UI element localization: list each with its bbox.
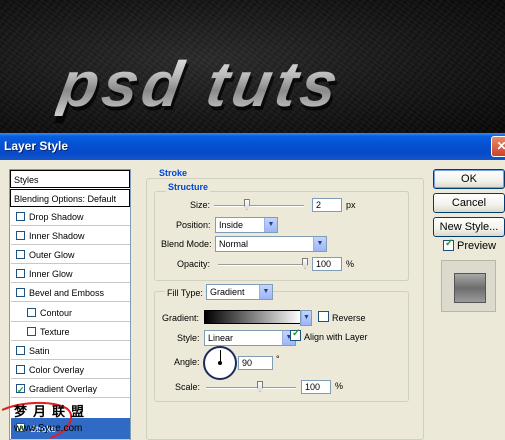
angle-label: Angle: bbox=[174, 357, 200, 367]
position-label: Position: bbox=[176, 220, 211, 230]
blending-options-label: Blending Options: Default bbox=[14, 194, 117, 204]
style-checkbox[interactable] bbox=[16, 212, 25, 221]
style-item-satin[interactable]: Satin bbox=[11, 342, 130, 360]
dialog-titlebar[interactable]: Layer Style ✕ bbox=[0, 133, 505, 160]
preview-swatch bbox=[454, 273, 486, 303]
ok-button[interactable]: OK bbox=[433, 169, 505, 189]
size-slider-track[interactable] bbox=[214, 205, 304, 207]
style-checkbox[interactable] bbox=[16, 231, 25, 240]
blending-options-item[interactable]: Blending Options: Default bbox=[10, 189, 130, 207]
style-item-inner-shadow[interactable]: Inner Shadow bbox=[11, 227, 130, 245]
new-style-button[interactable]: New Style... bbox=[433, 217, 505, 237]
blend-mode-select[interactable]: Normal ▼ bbox=[215, 236, 327, 252]
size-unit: px bbox=[346, 200, 356, 210]
align-with-layer-checkbox[interactable] bbox=[290, 328, 301, 341]
scale-label: Scale: bbox=[175, 382, 201, 392]
style-item-outer-glow[interactable]: Outer Glow bbox=[11, 246, 130, 264]
style-checkbox[interactable] bbox=[27, 308, 36, 317]
style-checkbox[interactable] bbox=[16, 365, 25, 374]
chevron-down-icon: ▼ bbox=[313, 237, 326, 251]
gradient-dropdown[interactable]: ▼ bbox=[300, 310, 312, 326]
stroke-legend: Stroke bbox=[157, 168, 190, 178]
style-item-bevel-and-emboss[interactable]: Bevel and Emboss bbox=[11, 284, 130, 302]
style-item-label: Drop Shadow bbox=[29, 212, 84, 222]
style-checkbox[interactable] bbox=[16, 250, 25, 259]
gradient-style-select[interactable]: Linear ▼ bbox=[204, 330, 296, 346]
style-checkbox[interactable] bbox=[27, 327, 36, 336]
opacity-input[interactable]: 100 bbox=[312, 257, 342, 271]
cancel-button[interactable]: Cancel bbox=[433, 193, 505, 213]
style-checkbox[interactable] bbox=[16, 346, 25, 355]
style-item-contour[interactable]: Contour bbox=[11, 304, 130, 322]
canvas-background: psd tuts psd tuts bbox=[0, 0, 505, 133]
scale-input[interactable]: 100 bbox=[301, 380, 331, 394]
screenshot-root: psd tuts psd tuts Layer Style ✕ Styles B… bbox=[0, 0, 505, 440]
opacity-unit: % bbox=[346, 259, 355, 269]
chevron-down-icon: ▼ bbox=[259, 285, 272, 299]
structure-legend: Structure bbox=[166, 182, 211, 192]
position-value: Inside bbox=[219, 220, 244, 230]
style-item-gradient-overlay[interactable]: Gradient Overlay bbox=[11, 380, 130, 399]
style-checkbox[interactable] bbox=[16, 381, 25, 399]
style-item-color-overlay[interactable]: Color Overlay bbox=[11, 361, 130, 379]
close-icon: ✕ bbox=[496, 139, 505, 153]
style-item-label: Contour bbox=[40, 308, 73, 318]
style-item-label: Inner Shadow bbox=[29, 231, 85, 241]
style-item-drop-shadow[interactable]: Drop Shadow bbox=[11, 208, 130, 226]
style-item-label: Bevel and Emboss bbox=[29, 288, 105, 298]
angle-dial[interactable] bbox=[203, 346, 237, 380]
reverse-checkbox[interactable] bbox=[318, 311, 329, 322]
watermark-chinese: 梦月联盟 bbox=[14, 404, 91, 419]
size-label: Size: bbox=[190, 200, 211, 210]
style-item-label: Gradient Overlay bbox=[29, 384, 98, 394]
angle-unit: ° bbox=[276, 354, 280, 364]
scale-slider-track[interactable] bbox=[206, 387, 296, 389]
angle-dial-center bbox=[218, 361, 222, 365]
fill-type-label: Fill Type: bbox=[165, 288, 205, 298]
preview-thumbnail bbox=[441, 260, 496, 312]
blend-mode-label: Blend Mode: bbox=[161, 239, 212, 249]
watermark-url: www.Syue.com bbox=[14, 423, 83, 434]
style-item-label: Inner Glow bbox=[29, 269, 73, 279]
style-item-label: Texture bbox=[40, 327, 70, 337]
gradient-label: Gradient: bbox=[162, 313, 200, 323]
reverse-label: Reverse bbox=[332, 313, 366, 323]
style-item-label: Outer Glow bbox=[29, 250, 75, 260]
style-checkbox[interactable] bbox=[16, 288, 25, 297]
gradient-swatch[interactable] bbox=[204, 310, 302, 324]
layer-style-dialog: Layer Style ✕ Styles Blending Options: D… bbox=[0, 133, 505, 440]
angle-input[interactable]: 90 bbox=[238, 356, 273, 370]
logo-text: psd tuts bbox=[53, 48, 348, 120]
opacity-slider-track[interactable] bbox=[218, 264, 308, 266]
preview-label: Preview bbox=[457, 240, 497, 252]
logo: psd tuts psd tuts bbox=[54, 48, 450, 132]
chevron-down-icon: ▼ bbox=[301, 311, 311, 325]
chevron-down-icon: ▼ bbox=[264, 218, 277, 232]
scale-unit: % bbox=[335, 381, 344, 391]
size-input[interactable]: 2 bbox=[312, 198, 342, 212]
gradient-style-value: Linear bbox=[208, 333, 234, 343]
align-with-layer-label: Align with Layer bbox=[304, 332, 368, 342]
style-item-texture[interactable]: Texture bbox=[11, 323, 130, 341]
styles-header-label: Styles bbox=[14, 175, 39, 185]
position-select[interactable]: Inside ▼ bbox=[215, 217, 278, 233]
fill-type-select[interactable]: Gradient ▼ bbox=[206, 284, 273, 300]
style-item-inner-glow[interactable]: Inner Glow bbox=[11, 265, 130, 283]
preview-checkbox[interactable] bbox=[443, 238, 454, 251]
style-checkbox[interactable] bbox=[16, 269, 25, 278]
dialog-title: Layer Style bbox=[4, 139, 69, 153]
blend-mode-value: Normal bbox=[219, 239, 249, 249]
style-item-label: Color Overlay bbox=[29, 365, 85, 375]
close-button[interactable]: ✕ bbox=[491, 136, 505, 157]
opacity-label: Opacity: bbox=[177, 259, 211, 269]
style-item-label: Satin bbox=[29, 346, 50, 356]
style-label: Style: bbox=[177, 333, 200, 343]
fill-type-value: Gradient bbox=[210, 287, 245, 297]
styles-header[interactable]: Styles bbox=[10, 170, 130, 188]
